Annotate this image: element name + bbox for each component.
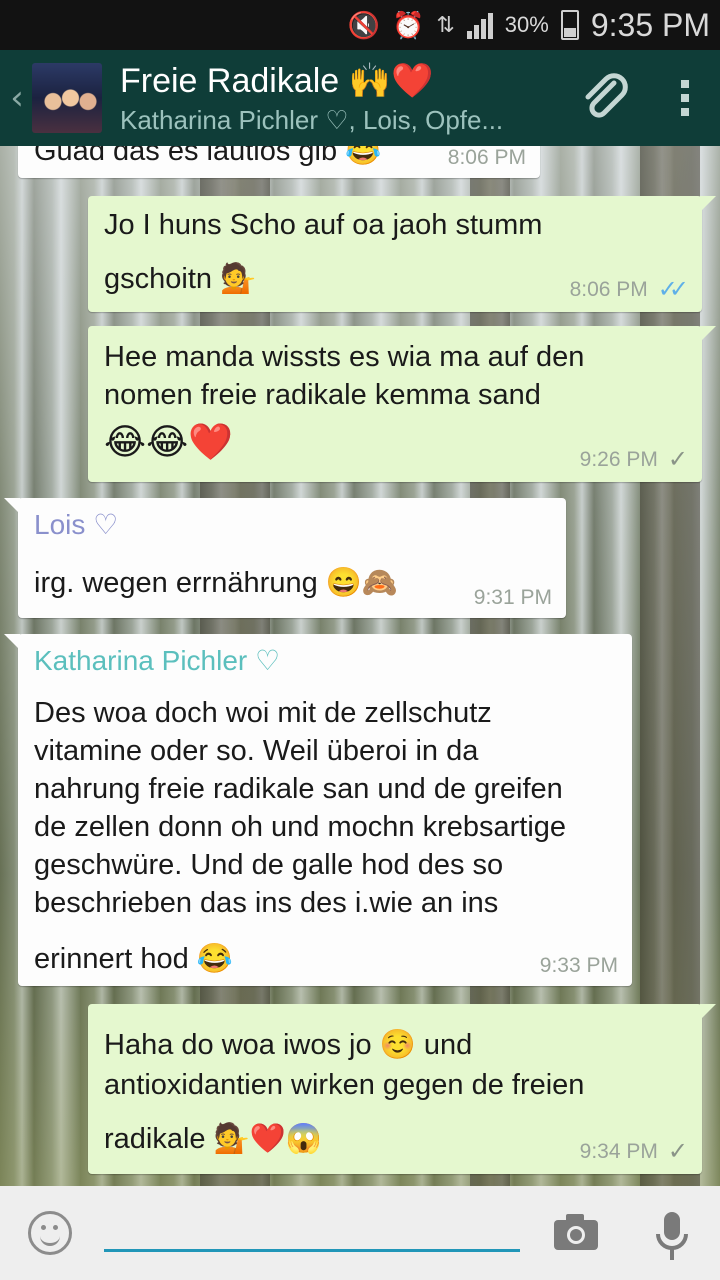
- message-text-line: Haha do woa iwos jo ☺️ und: [104, 1029, 473, 1061]
- message-text-line: gschoitn 💁: [104, 263, 257, 295]
- message-text-line: nomen freie radikale kemma sand: [104, 379, 541, 411]
- attach-icon: [585, 73, 628, 118]
- message-bubble[interactable]: Jo I huns Scho auf oa jaoh stumm gschoit…: [88, 196, 716, 312]
- message-bubble[interactable]: Lois ♡ irg. wegen errnährung 😄🙈 9:31 PM: [4, 498, 566, 618]
- battery-percent: 30%: [504, 12, 549, 37]
- chat-title-block[interactable]: Freie Radikale 🙌❤️ Katharina Pichler ♡, …: [120, 61, 560, 136]
- message-time: 8:06 PM: [569, 277, 648, 301]
- chat-header-overlay: ‹ Freie Radikale 🙌❤️ Katharina Pichler ♡…: [0, 50, 720, 146]
- message-text-line: antioxidantien wirken gegen de freien: [104, 1069, 585, 1101]
- status-time: 9:35 PM: [590, 6, 710, 43]
- message-text-line: nahrung freie radikale san und de greife…: [34, 773, 563, 805]
- message-time: 9:34 PM: [579, 1139, 658, 1163]
- message-text-line: erinnert hod 😂: [34, 943, 233, 975]
- message-time: 9:26 PM: [579, 447, 658, 471]
- message-text-line: geschwüre. Und de galle hod des so: [34, 849, 504, 881]
- message-text-line: Hee manda wissts es wia ma auf den: [104, 341, 585, 373]
- overflow-menu-icon: [681, 80, 689, 116]
- message-meta: 9:26 PM ✓: [580, 445, 688, 474]
- overflow-menu-button[interactable]: [650, 50, 720, 146]
- message-bubble[interactable]: Hee manda wissts es wia ma auf den nomen…: [88, 326, 716, 482]
- message-bubble[interactable]: Katharina Pichler ♡ Des woa doch woi mit…: [4, 634, 632, 986]
- message-emojis: 😂😂❤️: [104, 422, 233, 463]
- sender-name[interactable]: Katharina Pichler ♡: [34, 644, 280, 677]
- read-receipt-icon: ✓✓: [657, 276, 689, 303]
- message-input[interactable]: [104, 1212, 520, 1252]
- emoji-icon[interactable]: [28, 1211, 72, 1255]
- message-text-line: radikale 💁❤️😱: [104, 1123, 322, 1155]
- message-text: irg. wegen errnährung 😄🙈: [34, 567, 399, 599]
- signal-icon: [466, 11, 493, 39]
- back-icon[interactable]: ‹: [2, 78, 32, 118]
- sender-name[interactable]: Lois ♡: [34, 508, 118, 541]
- message-text-line: de zellen donn oh und mochn krebsartige: [34, 811, 567, 843]
- battery-icon: [560, 10, 579, 40]
- message-time: 9:33 PM: [539, 954, 618, 977]
- message-input-bar: [0, 1186, 720, 1280]
- microphone-icon[interactable]: [654, 1210, 690, 1262]
- message-text-line: Jo I huns Scho auf oa jaoh stumm: [104, 209, 543, 241]
- message-time: 8:06 PM: [447, 146, 526, 169]
- message-bubble[interactable]: Haha do woa iwos jo ☺️ und antioxidantie…: [88, 1004, 716, 1174]
- camera-icon[interactable]: [552, 1212, 600, 1252]
- message-meta: 8:06 PM: [448, 146, 526, 170]
- attach-button[interactable]: [560, 50, 650, 146]
- delivered-check-icon: ✓: [667, 446, 688, 473]
- message-text: Des woa doch woi mit de zellschutz vitam…: [34, 694, 566, 978]
- alarm-icon: ⏰: [391, 9, 425, 40]
- message-meta: 9:34 PM ✓: [580, 1137, 688, 1166]
- chat-participants: Katharina Pichler ♡, Lois, Opfe...: [120, 104, 504, 135]
- group-avatar[interactable]: [32, 63, 102, 133]
- message-time: 9:31 PM: [473, 586, 552, 609]
- message-text-line: beschrieben das ins des i.wie an ins: [34, 887, 499, 919]
- status-bar: 🔇 ⏰ ⇅ 30% 9:35 PM: [0, 0, 720, 50]
- mute-icon: 🔇: [347, 9, 380, 40]
- message-meta: 9:31 PM: [474, 586, 552, 610]
- message-text-line: Des woa doch woi mit de zellschutz: [34, 697, 492, 729]
- delivered-check-icon: ✓: [667, 1138, 688, 1165]
- message-meta: 9:33 PM: [540, 954, 618, 978]
- message-meta: 8:06 PM ✓✓: [569, 275, 690, 304]
- message-text-line: vitamine oder so. Weil überoi in da: [34, 735, 479, 767]
- data-arrows-icon: ⇅: [436, 12, 455, 37]
- chat-title: Freie Radikale 🙌❤️: [120, 61, 434, 100]
